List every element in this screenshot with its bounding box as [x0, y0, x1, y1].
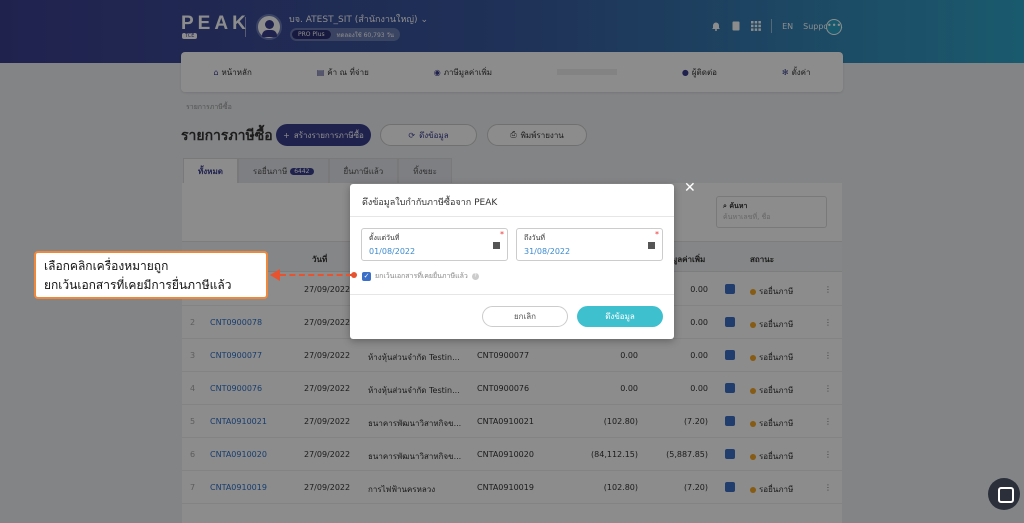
help-icon[interactable]: ? — [471, 273, 479, 280]
required-mark: * — [500, 230, 504, 239]
chat-bubble-icon[interactable] — [988, 478, 1020, 510]
calendar-icon[interactable] — [493, 242, 500, 249]
arrow-head — [270, 269, 280, 281]
divider — [350, 294, 674, 295]
modal-title: ดึงข้อมูลใบกำกับภาษีซื้อจาก PEAK — [362, 198, 498, 208]
from-date-field[interactable]: ตั้งแต่วันที่ 01/08/2022 * — [361, 228, 508, 261]
to-date-value: 31/08/2022 — [524, 247, 571, 256]
arrow-origin-dot — [351, 272, 357, 278]
divider — [350, 216, 674, 217]
exclude-filed-checkbox[interactable]: ✓ — [362, 272, 371, 281]
instruction-callout: เลือกคลิกเครื่องหมายถูก ยกเว้นเอกสารที่เ… — [34, 251, 268, 299]
arrow-line — [280, 274, 352, 276]
pull-data-modal: ดึงข้อมูลใบกำกับภาษีซื้อจาก PEAK ตั้งแต่… — [350, 184, 674, 339]
calendar-icon[interactable] — [648, 242, 655, 249]
from-date-label: ตั้งแต่วันที่ — [369, 234, 400, 242]
to-date-field[interactable]: ถึงวันที่ 31/08/2022 * — [516, 228, 663, 261]
required-mark: * — [655, 230, 659, 239]
exclude-filed-option: ✓ ยกเว้นเอกสารที่เคยยื่นภาษีแล้ว ? — [362, 271, 479, 282]
callout-line-2: ยกเว้นเอกสารที่เคยมีการยื่นภาษีแล้ว — [44, 278, 232, 292]
to-date-label: ถึงวันที่ — [524, 234, 545, 242]
checkbox-label[interactable]: ยกเว้นเอกสารที่เคยยื่นภาษีแล้ว — [375, 271, 468, 282]
from-date-value: 01/08/2022 — [369, 247, 416, 256]
cancel-button[interactable]: ยกเลิก — [482, 306, 568, 327]
confirm-pull-button[interactable]: ดึงข้อมูล — [577, 306, 663, 327]
callout-line-1: เลือกคลิกเครื่องหมายถูก — [44, 259, 169, 273]
close-icon[interactable]: ✕ — [684, 180, 696, 196]
